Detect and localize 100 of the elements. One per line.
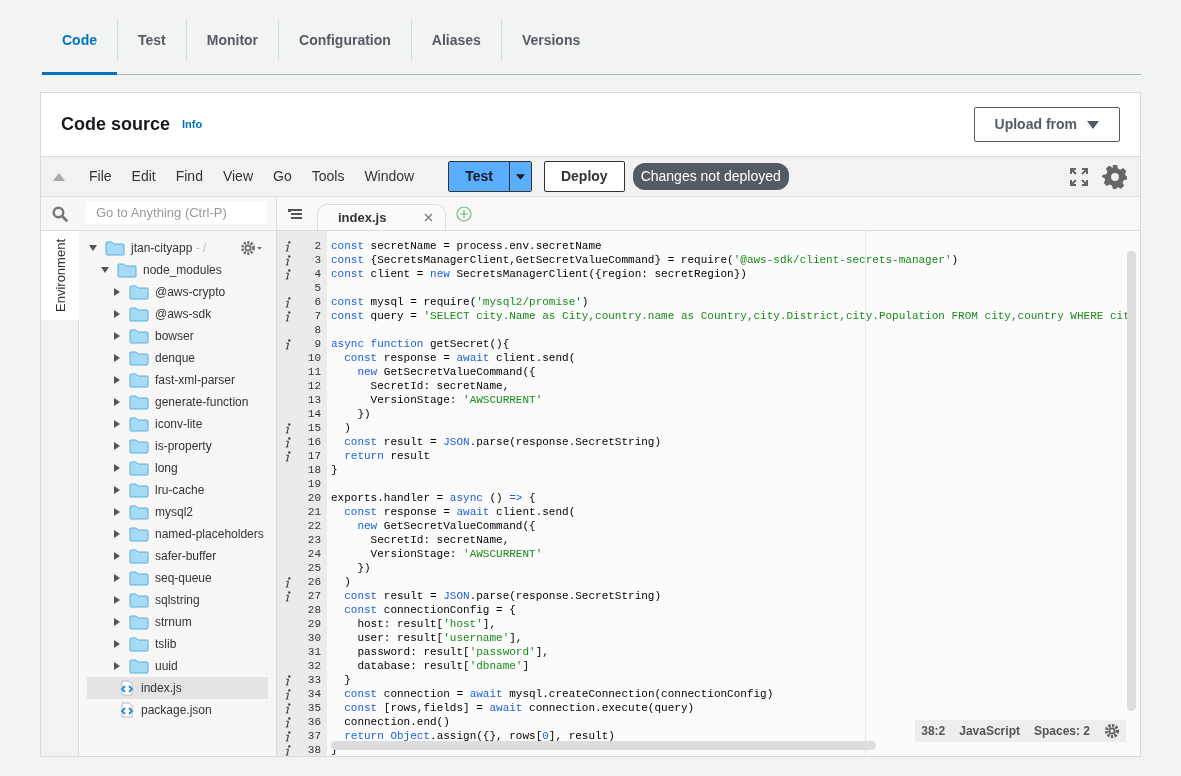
info-icon[interactable] <box>285 338 291 350</box>
test-button[interactable]: Test <box>449 162 509 191</box>
info-icon[interactable] <box>285 702 291 714</box>
expand-icon[interactable] <box>89 245 97 251</box>
expand-icon[interactable] <box>101 267 109 273</box>
expand-icon[interactable] <box>114 574 120 582</box>
tree-item[interactable]: denque <box>87 347 268 369</box>
info-icon[interactable] <box>285 730 291 742</box>
menu-item[interactable]: Window <box>354 166 425 187</box>
expand-icon[interactable] <box>114 398 120 406</box>
expand-icon[interactable] <box>114 640 120 648</box>
expand-icon[interactable] <box>114 662 120 670</box>
expand-icon[interactable] <box>114 288 120 296</box>
code-line: database: result['dbname'] <box>356 659 530 673</box>
expand-icon[interactable] <box>114 552 120 560</box>
tree-item[interactable]: index.js <box>87 677 268 699</box>
expand-icon[interactable] <box>114 420 120 428</box>
info-icon[interactable] <box>285 436 291 448</box>
tab[interactable]: Versions <box>500 20 601 60</box>
tree-item[interactable]: package.json <box>87 699 268 721</box>
expand-icon[interactable] <box>114 508 120 516</box>
tree-item[interactable]: long <box>87 457 268 479</box>
tree-item[interactable]: named-placeholders <box>87 523 268 545</box>
close-icon[interactable] <box>424 213 434 222</box>
menu-item[interactable]: Edit <box>121 166 166 187</box>
expand-icon[interactable] <box>114 596 120 604</box>
search-icon[interactable] <box>51 205 68 222</box>
info-icon[interactable] <box>285 688 291 700</box>
info-icon[interactable] <box>285 240 291 252</box>
fullscreen-icon[interactable] <box>1070 167 1088 186</box>
expand-icon[interactable] <box>114 332 120 340</box>
tab[interactable]: Test <box>117 20 186 60</box>
upload-button[interactable]: Upload from <box>973 107 1120 142</box>
tab[interactable]: Monitor <box>185 20 279 60</box>
settings-icon[interactable] <box>240 240 264 256</box>
dropdown-button[interactable] <box>508 162 531 191</box>
expand-icon[interactable] <box>114 310 120 318</box>
line-number: 12 <box>307 379 322 393</box>
expand-icon[interactable] <box>114 376 120 384</box>
expand-icon[interactable] <box>114 354 120 362</box>
info-icon[interactable] <box>285 450 291 462</box>
tree-item[interactable]: tslib <box>87 633 268 655</box>
scrollbar[interactable] <box>1127 251 1136 711</box>
scrollbar[interactable] <box>331 741 876 750</box>
menu-item[interactable]: Find <box>165 166 213 187</box>
info-icon[interactable] <box>285 590 291 602</box>
tree-item[interactable]: sqlstring <box>87 589 268 611</box>
info-icon[interactable] <box>285 296 291 308</box>
tree-item[interactable]: iconv-lite <box>87 413 268 435</box>
menu-item[interactable]: View <box>212 166 263 187</box>
tree-item[interactable]: @aws-crypto <box>87 281 268 303</box>
info-icon[interactable] <box>285 576 291 588</box>
tree-item[interactable]: seq-queue <box>87 567 268 589</box>
tree-item[interactable]: uuid <box>87 655 268 677</box>
info-icon[interactable] <box>285 422 291 434</box>
expand-icon[interactable] <box>114 486 120 494</box>
code-line: const response = await client.send( <box>343 505 576 519</box>
search-field[interactable]: Go to Anything (Ctrl-P) <box>86 201 266 224</box>
line-number: 3 <box>314 253 322 267</box>
expand-icon[interactable] <box>114 530 120 538</box>
info-icon[interactable] <box>285 674 291 686</box>
settings-icon[interactable] <box>1104 723 1120 739</box>
editor-tab[interactable]: index.js <box>317 204 447 230</box>
menu-item[interactable]: Go <box>263 166 302 187</box>
line-number: 35 <box>307 701 322 715</box>
tab[interactable]: Code <box>42 20 117 60</box>
tab[interactable]: Configuration <box>278 20 411 60</box>
tree-item[interactable]: fast-xml-parser <box>87 369 268 391</box>
tree-item[interactable]: @aws-sdk <box>87 303 268 325</box>
info-icon[interactable] <box>285 744 291 756</box>
info-icon[interactable] <box>285 268 291 280</box>
info-icon[interactable] <box>285 310 291 322</box>
indent-label[interactable]: Spaces: 2 <box>1033 722 1090 740</box>
settings-icon[interactable] <box>1102 163 1128 190</box>
expand-icon[interactable] <box>114 618 120 626</box>
language-label[interactable]: JavaScript <box>959 722 1020 740</box>
file-icon <box>119 680 135 696</box>
tree-item[interactable]: safer-buffer <box>87 545 268 567</box>
deploy-button[interactable]: Deploy <box>543 161 625 192</box>
tab[interactable]: Aliases <box>410 20 501 60</box>
info-link[interactable]: Info <box>182 116 203 133</box>
tree-item[interactable]: generate-function <box>87 391 268 413</box>
list-icon[interactable] <box>287 206 303 221</box>
tree-item[interactable]: mysql2 <box>87 501 268 523</box>
menu-item[interactable]: File <box>79 166 122 187</box>
expand-icon[interactable] <box>114 442 120 450</box>
expand-icon[interactable] <box>114 464 120 472</box>
tree-item[interactable]: node_modules <box>87 259 268 281</box>
side-tab[interactable]: Environment <box>41 231 79 320</box>
menu-item[interactable]: Tools <box>301 166 355 187</box>
status-badge: Changes not deployed <box>632 163 789 190</box>
tree-item[interactable]: jtan-cityapp - / <box>87 237 268 259</box>
code-line: SecretId: secretName, <box>369 533 510 547</box>
tree-item[interactable]: is-property <box>87 435 268 457</box>
info-icon[interactable] <box>285 716 291 728</box>
tree-item[interactable]: bowser <box>87 325 268 347</box>
line-number: 33 <box>307 673 322 687</box>
info-icon[interactable] <box>285 254 291 266</box>
tree-item[interactable]: lru-cache <box>87 479 268 501</box>
tree-item[interactable]: strnum <box>87 611 268 633</box>
